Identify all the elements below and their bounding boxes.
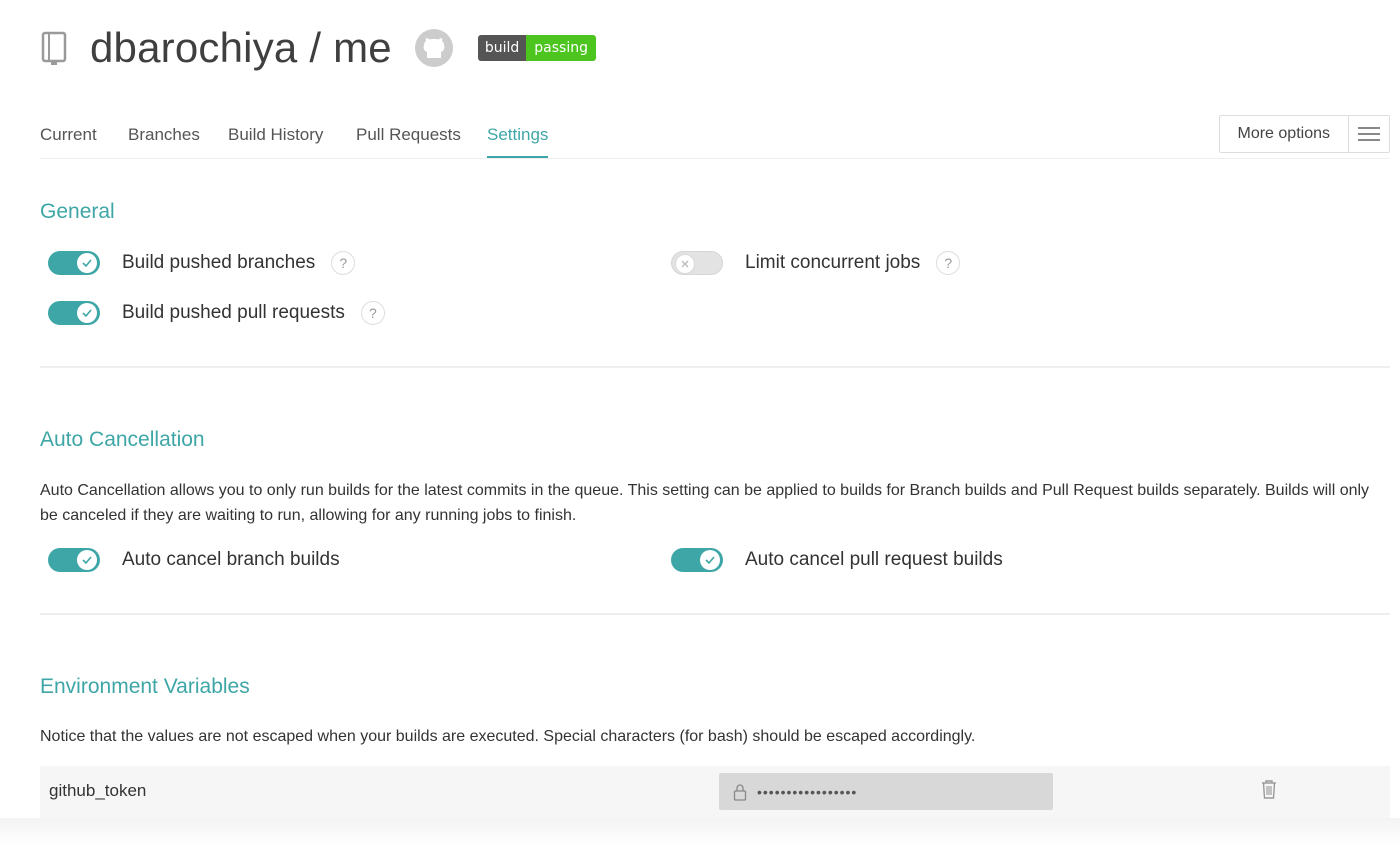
env-var-name: github_token (49, 781, 147, 800)
auto-cancellation-description: Auto Cancellation allows you to only run… (40, 482, 1370, 524)
build-status-badge[interactable]: build passing (477, 35, 596, 61)
env-var-row: github_token ••••••••••••••••• (40, 766, 1390, 818)
tab-branches[interactable]: Branches (128, 125, 200, 156)
env-var-value: ••••••••••••••••• (757, 783, 858, 800)
check-icon (82, 309, 92, 318)
setting-auto-cancel-branch-builds: Auto cancel branch builds (48, 545, 340, 575)
lock-icon (733, 783, 747, 801)
auto-cancel-branch-builds-label: Auto cancel branch builds (122, 549, 340, 570)
setting-build-pushed-branches: Build pushed branches ? (48, 248, 356, 278)
help-icon[interactable]: ? (331, 251, 356, 275)
github-icon[interactable] (414, 28, 454, 68)
auto-cancellation-section-title: Auto Cancellation (40, 428, 205, 451)
env-var-value-field: ••••••••••••••••• (719, 773, 1053, 810)
auto-cancel-pull-request-builds-label: Auto cancel pull request builds (745, 549, 1003, 570)
limit-concurrent-jobs-label: Limit concurrent jobs (745, 252, 921, 273)
general-section-title: General (40, 200, 115, 223)
env-vars-section-title: Environment Variables (40, 675, 250, 698)
setting-limit-concurrent-jobs: Limit concurrent jobs ? (671, 248, 961, 278)
build-pushed-branches-label: Build pushed branches (122, 252, 316, 273)
repo-title[interactable]: dbarochiya / me (90, 24, 392, 72)
check-icon (82, 556, 92, 565)
setting-build-pushed-pull-requests: Build pushed pull requests ? (48, 298, 385, 328)
badge-status: passing (526, 35, 596, 61)
bottom-fade (0, 818, 1400, 845)
auto-cancel-pull-request-builds-toggle[interactable] (671, 548, 723, 572)
check-icon (705, 556, 715, 565)
section-divider (40, 613, 1390, 615)
build-pushed-branches-toggle[interactable] (48, 251, 100, 275)
check-icon (82, 259, 92, 268)
more-options-label: More options (1220, 116, 1349, 152)
tab-current[interactable]: Current (40, 125, 97, 156)
limit-concurrent-jobs-toggle[interactable] (671, 251, 723, 275)
badge-label: build (477, 35, 527, 61)
env-vars-description: Notice that the values are not escaped w… (40, 728, 976, 745)
x-icon (681, 260, 689, 268)
repo-tabs: Current Branches Build History Pull Requ… (40, 115, 1390, 159)
section-divider (40, 366, 1390, 368)
help-icon[interactable]: ? (360, 301, 385, 325)
build-pushed-pull-requests-toggle[interactable] (48, 301, 100, 325)
repo-icon (41, 31, 67, 65)
help-icon[interactable]: ? (936, 251, 961, 275)
build-pushed-pull-requests-label: Build pushed pull requests (122, 302, 345, 323)
auto-cancel-branch-builds-toggle[interactable] (48, 548, 100, 572)
menu-icon[interactable] (1349, 116, 1389, 152)
repo-header: dbarochiya / me build passing (40, 20, 596, 76)
setting-auto-cancel-pull-request-builds: Auto cancel pull request builds (671, 545, 1003, 575)
trash-icon[interactable] (1260, 778, 1278, 800)
tab-settings[interactable]: Settings (487, 125, 549, 158)
tab-build-history[interactable]: Build History (228, 125, 323, 156)
tab-pull-requests[interactable]: Pull Requests (356, 125, 461, 156)
more-options-button[interactable]: More options (1218, 115, 1390, 153)
